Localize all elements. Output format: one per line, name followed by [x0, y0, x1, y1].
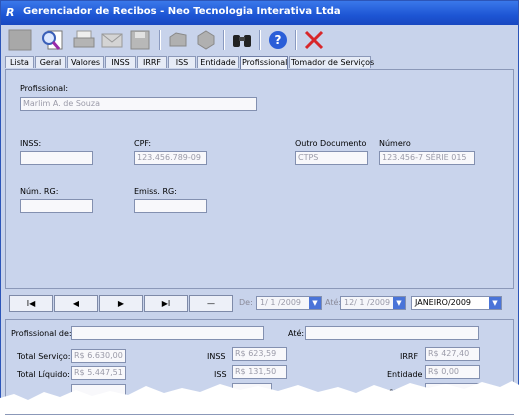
settings-icon[interactable]: [193, 28, 219, 52]
profissional-de-field[interactable]: [71, 326, 264, 340]
folder-icon[interactable]: [165, 28, 191, 52]
tab-inss[interactable]: INSS: [105, 56, 136, 68]
first-record-button[interactable]: I◀: [9, 295, 53, 312]
torn-edge: [0, 381, 521, 414]
toolbar-separator: [295, 30, 297, 50]
outro-documento-field[interactable]: CTPS: [295, 151, 368, 165]
app-icon: R: [6, 6, 15, 19]
cpf-field[interactable]: 123.456.789-09: [134, 151, 207, 165]
num-rg-field[interactable]: [20, 199, 93, 213]
inss-total-field: R$ 623,59: [232, 347, 287, 361]
de-label: De:: [239, 298, 253, 307]
cpf-label: CPF:: [134, 139, 152, 148]
tab-valores[interactable]: Valores: [67, 56, 104, 68]
month-value: JANEIRO/2009: [415, 298, 471, 307]
window-title: Gerenciador de Recibos - Neo Tecnologia …: [23, 6, 341, 17]
inss-label: INSS:: [20, 139, 42, 148]
numero-label: Número: [379, 139, 411, 148]
total-servico-field: R$ 6.630,00: [71, 349, 126, 363]
tab-entidade[interactable]: Entidade: [197, 56, 239, 68]
iss-total-field: R$ 131,50: [232, 365, 287, 379]
tab-irrf[interactable]: IRRF: [137, 56, 167, 68]
numero-field[interactable]: 123.456-7 SÉRIE 015: [379, 151, 475, 165]
chevron-down-icon[interactable]: ▼: [309, 297, 321, 309]
last-record-button[interactable]: ▶I: [144, 295, 188, 312]
help-icon[interactable]: ?: [265, 28, 291, 52]
tab-iss[interactable]: ISS: [168, 56, 196, 68]
irrf-total-field: R$ 427,40: [425, 347, 480, 361]
tab-lista[interactable]: Lista: [5, 56, 34, 68]
record-navigator: I◀ ◀ ▶ ▶I — De: 1/ 1 /2009 ▼ Até: 12/ 1 …: [9, 295, 514, 313]
title-bar: R Gerenciador de Recibos - Neo Tecnologi…: [1, 1, 518, 25]
num-rg-label: Núm. RG:: [20, 187, 59, 196]
ate-filter-label: Até:: [288, 329, 305, 338]
entidade-total-field: R$ 0,00: [425, 365, 480, 379]
de-date-picker[interactable]: 1/ 1 /2009 ▼: [256, 296, 322, 310]
toolbar-separator: [223, 30, 225, 50]
emiss-rg-field[interactable]: [134, 199, 207, 213]
ate-label: Até:: [325, 298, 342, 307]
search-icon[interactable]: [39, 28, 65, 52]
profissional-de-label: Profissional de:: [11, 329, 72, 338]
total-servico-label: Total Serviço:: [17, 352, 71, 361]
de-date-value: 1/ 1 /2009: [260, 298, 302, 307]
month-select[interactable]: JANEIRO/2009 ▼: [411, 296, 502, 310]
emiss-rg-label: Emiss. RG:: [134, 187, 177, 196]
profissional-panel: Profissional: Marlim A. de Souza INSS: C…: [5, 69, 514, 289]
tab-profissional[interactable]: Profissional: [240, 56, 288, 69]
profissional-field[interactable]: Marlim A. de Souza: [20, 97, 257, 111]
close-icon[interactable]: [301, 28, 327, 52]
outro-documento-label: Outro Documento: [295, 139, 367, 148]
tab-geral[interactable]: Geral: [35, 56, 66, 68]
save-icon[interactable]: [127, 28, 153, 52]
inss-total-label: INSS: [207, 352, 226, 361]
ate-filter-field[interactable]: [305, 326, 479, 340]
main-window: R Gerenciador de Recibos - Neo Tecnologi…: [0, 0, 519, 415]
ate-date-picker[interactable]: 12/ 1 /2009 ▼: [340, 296, 406, 310]
tab-tomador-de-servicos[interactable]: Tomador de Serviços: [289, 56, 374, 68]
delete-record-button[interactable]: —: [189, 295, 233, 312]
next-record-button[interactable]: ▶: [99, 295, 143, 312]
chevron-down-icon[interactable]: ▼: [489, 297, 501, 309]
svg-text:?: ?: [275, 33, 282, 47]
binoculars-icon[interactable]: [229, 28, 255, 52]
previous-record-button[interactable]: ◀: [54, 295, 98, 312]
mail-icon[interactable]: [99, 28, 125, 52]
profissional-label: Profissional:: [20, 84, 69, 93]
chevron-down-icon[interactable]: ▼: [393, 297, 405, 309]
toolbar-separator: [159, 30, 161, 50]
toolbar-separator: [259, 30, 261, 50]
new-icon[interactable]: [7, 28, 33, 52]
irrf-total-label: IRRF: [400, 352, 419, 361]
ate-date-value: 12/ 1 /2009: [344, 298, 391, 307]
inss-field[interactable]: [20, 151, 93, 165]
toolbar: ?: [1, 25, 518, 55]
print-icon[interactable]: [71, 28, 97, 52]
